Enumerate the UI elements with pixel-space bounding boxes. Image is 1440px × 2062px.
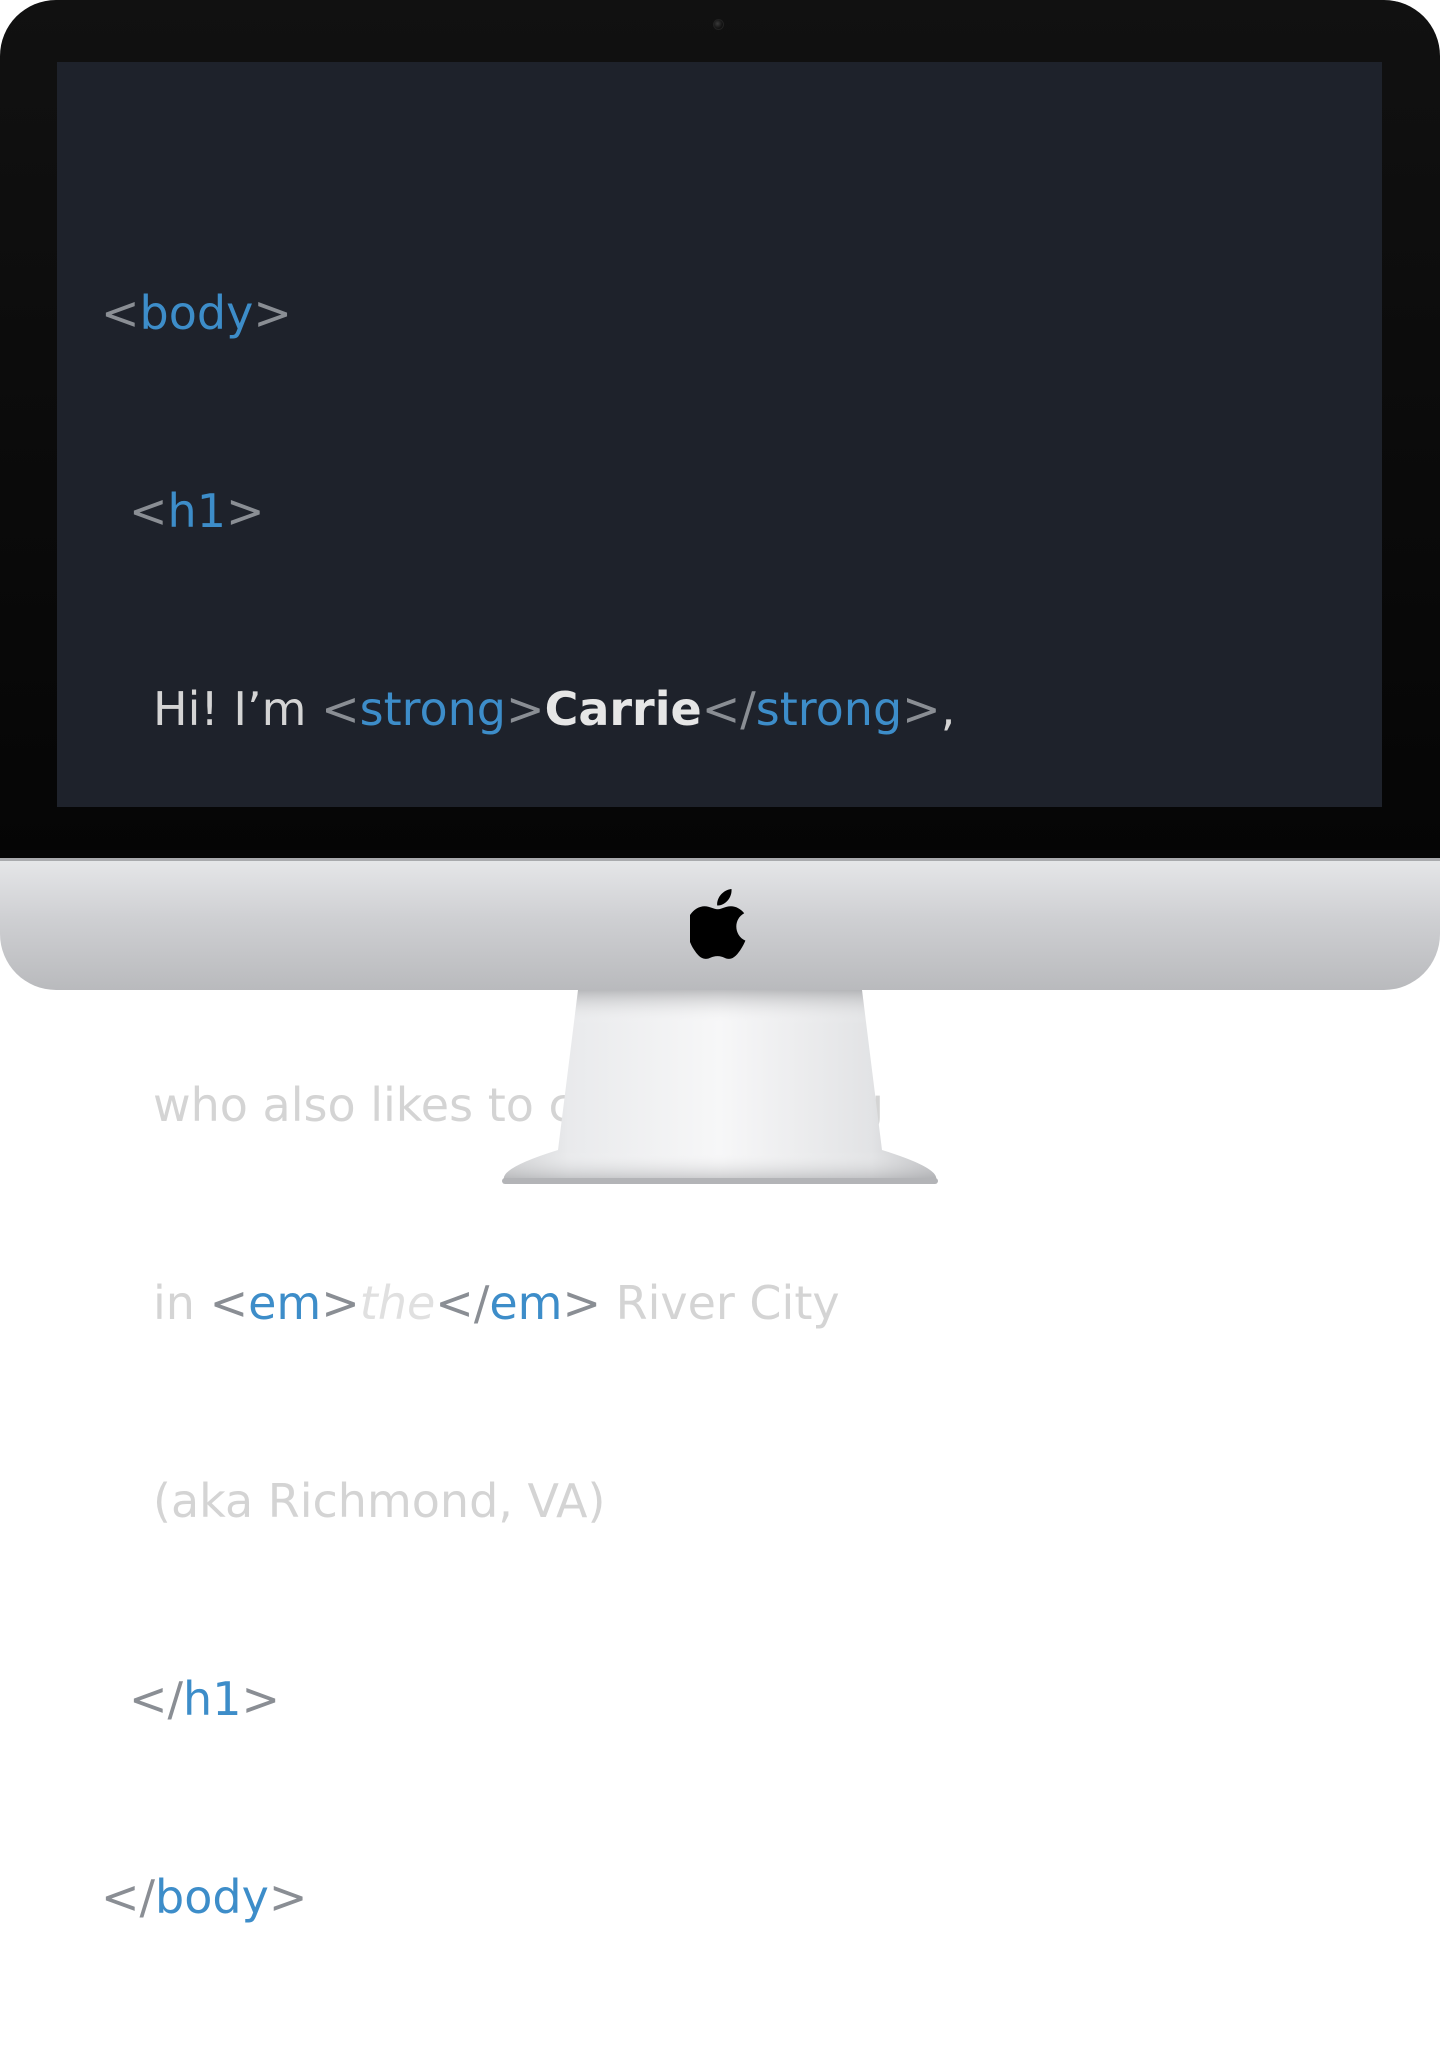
- code-text: River City: [601, 1276, 840, 1330]
- code-line-h1-close: </h1>: [57, 1666, 1382, 1732]
- code-bracket: <: [321, 682, 360, 736]
- code-line-h1-open: <h1>: [57, 478, 1382, 544]
- code-bracket: <: [129, 484, 168, 538]
- code-bracket: </: [701, 682, 756, 736]
- code-line-body-open: <body>: [57, 280, 1382, 346]
- code-tag-name: strong: [359, 682, 507, 736]
- screen: <body> <h1> Hi! I’m <strong>Carrie</stro…: [57, 62, 1382, 1924]
- code-bracket: >: [562, 1276, 601, 1330]
- code-tag-name: strong: [755, 682, 903, 736]
- camera-icon: [713, 19, 724, 30]
- code-text: Hi! I’m: [153, 682, 322, 736]
- imac-mockup: <body> <h1> Hi! I’m <strong>Carrie</stro…: [0, 0, 1440, 1924]
- code-tag-name: em: [489, 1276, 563, 1330]
- code-line-intro: Hi! I’m <strong>Carrie</strong>,: [57, 676, 1382, 742]
- code-bracket: >: [253, 286, 292, 340]
- monitor-bezel: <body> <h1> Hi! I’m <strong>Carrie</stro…: [0, 0, 1440, 1924]
- apple-logo-icon: [690, 889, 746, 959]
- code-line-body-close: </body>: [57, 1864, 1382, 1930]
- code-bracket: </: [101, 1870, 156, 1924]
- code-bracket: <: [209, 1276, 249, 1330]
- code-text: ,: [940, 682, 956, 736]
- code-bracket: >: [321, 1276, 360, 1330]
- code-bracket: >: [225, 484, 265, 538]
- code-strong-text: Carrie: [544, 682, 702, 736]
- code-bracket: >: [268, 1870, 308, 1924]
- code-bracket: >: [241, 1672, 281, 1726]
- code-text: (aka Richmond, VA): [153, 1474, 606, 1528]
- chin-edge: [0, 858, 1440, 861]
- code-tag-name: em: [248, 1276, 322, 1330]
- code-bracket: >: [902, 682, 941, 736]
- code-bracket: </: [435, 1276, 490, 1330]
- code-tag-name: h1: [183, 1672, 242, 1726]
- monitor-chin: [0, 858, 1440, 990]
- code-bracket: <: [101, 286, 140, 340]
- code-text: in: [153, 1276, 210, 1330]
- code-tag-name: h1: [167, 484, 226, 538]
- code-tag-name: body: [139, 286, 254, 340]
- code-line-location: in <em>the</em> River City: [57, 1270, 1382, 1336]
- code-bracket: >: [506, 682, 545, 736]
- code-em-text: the: [359, 1276, 436, 1330]
- code-tag-name: body: [155, 1870, 269, 1924]
- monitor-stand: [502, 990, 938, 1184]
- code-bracket: </: [129, 1672, 184, 1726]
- code-line-city: (aka Richmond, VA): [57, 1468, 1382, 1534]
